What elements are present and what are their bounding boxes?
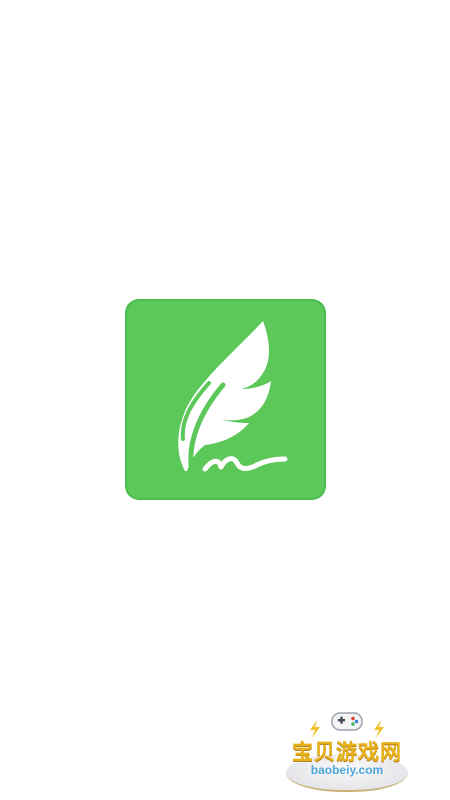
- watermark-url: baobeiy.com: [310, 763, 384, 777]
- gamepad-icon: [331, 712, 363, 731]
- watermark: 宝贝游戏网 baobeiy.com: [272, 706, 422, 792]
- app-logo: [125, 299, 326, 500]
- splash-screen: 宝贝游戏网 baobeiy.com: [0, 0, 450, 800]
- watermark-title: 宝贝游戏网: [292, 740, 402, 764]
- feather-quill-icon: [178, 321, 288, 472]
